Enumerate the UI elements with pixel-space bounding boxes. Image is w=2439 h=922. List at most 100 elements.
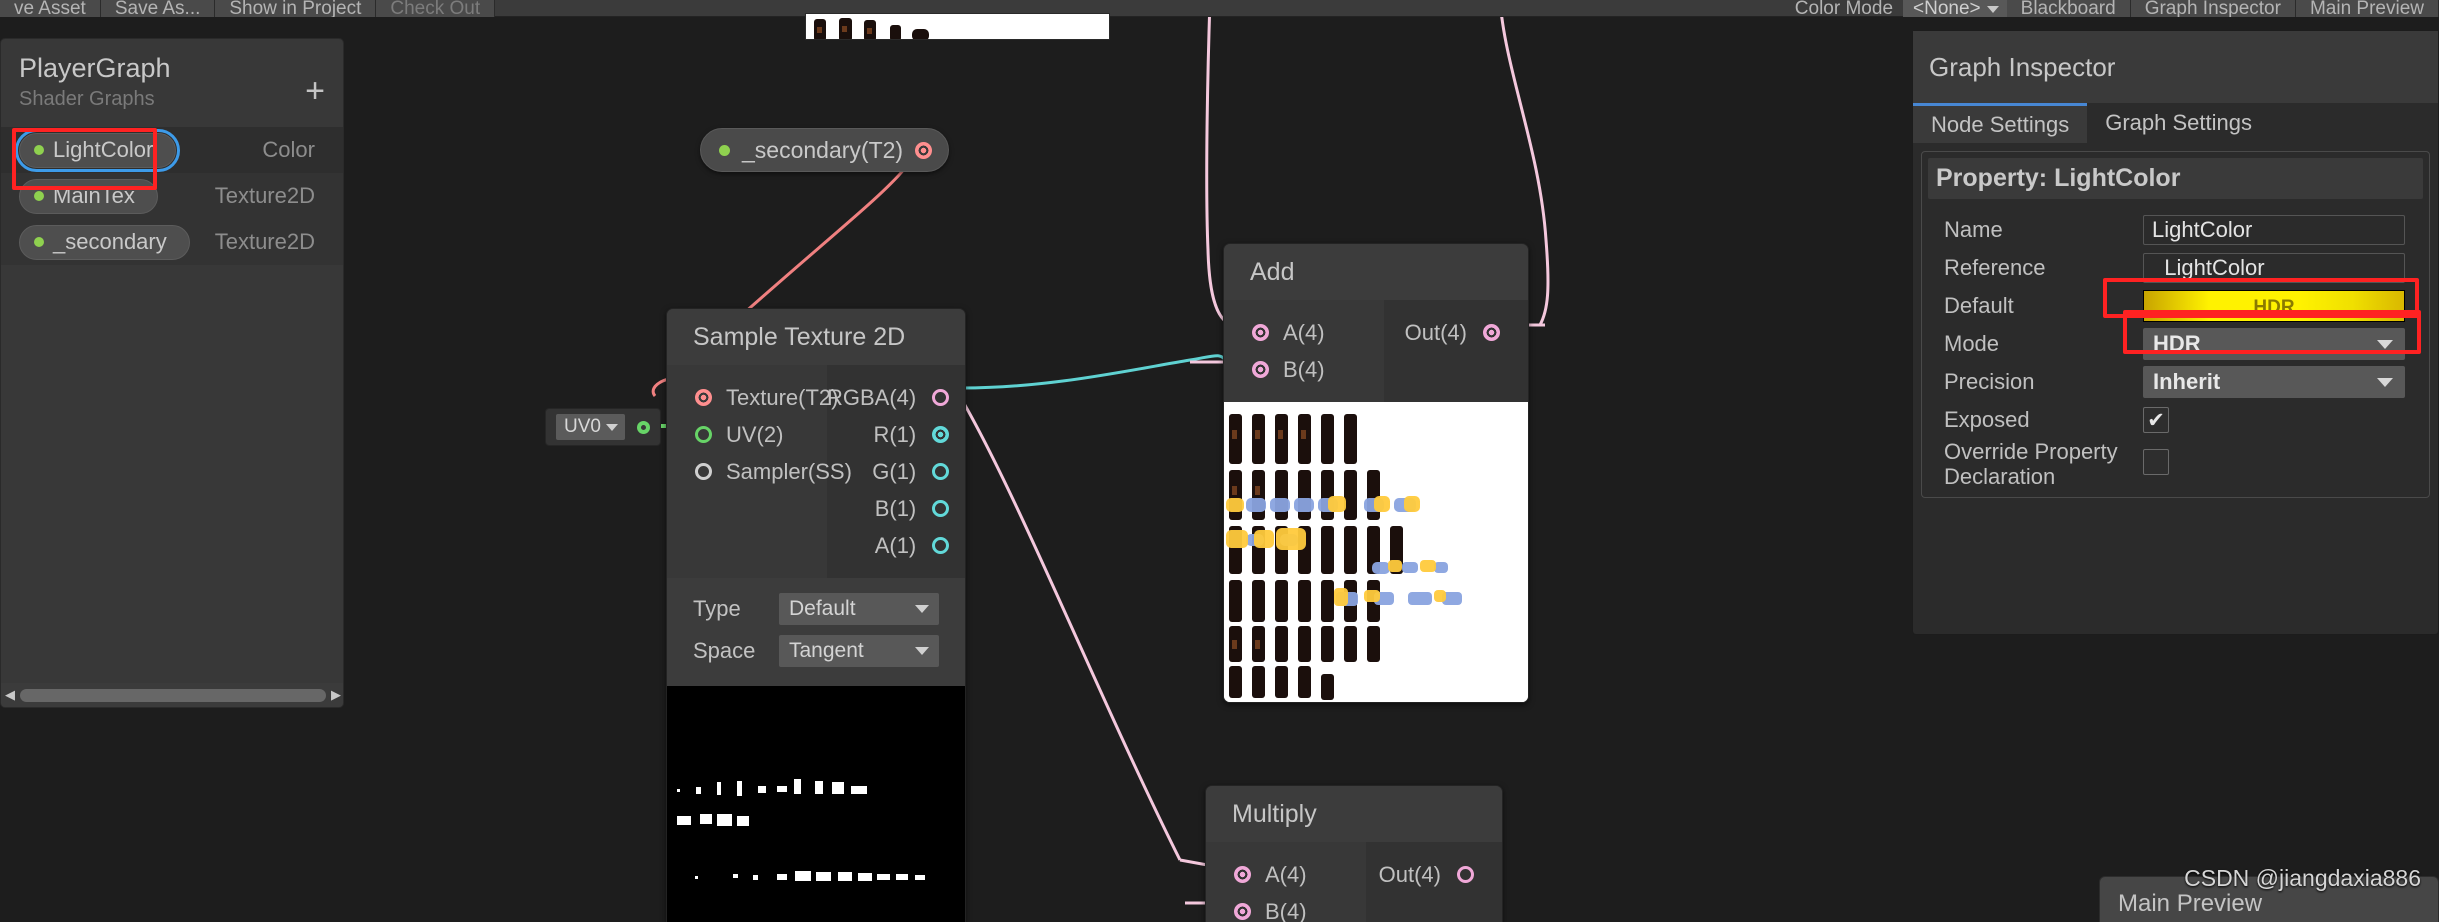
property-node-secondary[interactable]: _secondary(T2): [700, 128, 950, 172]
output-port-out[interactable]: Out(4): [1366, 856, 1502, 893]
input-port-label: B(4): [1265, 898, 1307, 922]
label-name: Name: [1944, 217, 2003, 243]
port-slot-icon[interactable]: [932, 426, 950, 443]
port-slot-icon[interactable]: [1252, 361, 1269, 378]
property-pill-secondary[interactable]: _secondary: [19, 224, 190, 260]
port-slot-icon[interactable]: [1234, 866, 1251, 883]
input-port-a[interactable]: A(4): [1224, 314, 1384, 351]
control-dropdown-type[interactable]: Default: [779, 593, 939, 625]
node-title-multiply: Multiply: [1206, 786, 1502, 842]
scroll-right-arrow-icon[interactable]: ▶: [329, 687, 343, 703]
node-title-sample-texture-2d: Sample Texture 2D: [667, 309, 965, 365]
blackboard-row-secondary[interactable]: _secondary Texture2D: [1, 219, 343, 265]
port-slot-icon[interactable]: [695, 389, 712, 406]
input-port-uv[interactable]: UV(2): [667, 416, 827, 453]
main-preview-label: Main Preview: [2118, 890, 2263, 917]
port-slot-icon[interactable]: [1483, 324, 1500, 341]
node-outputs: Out(4): [1384, 300, 1528, 402]
add-property-button[interactable]: +: [305, 74, 325, 108]
control-row-type: Type Default: [667, 588, 965, 630]
uv-channel-dropdown[interactable]: UV0: [556, 414, 625, 440]
port-slot-icon[interactable]: [1234, 903, 1251, 920]
uv-node[interactable]: UV0: [545, 408, 661, 446]
port-slot-icon[interactable]: [932, 537, 950, 554]
blackboard-header: PlayerGraph Shader Graphs +: [1, 39, 343, 115]
field-row-precision: Precision Inherit: [1928, 363, 2423, 401]
port-slot-icon[interactable]: [932, 389, 950, 406]
node-outputs: Out(4): [1366, 842, 1502, 922]
output-port-r[interactable]: R(1): [827, 416, 965, 453]
input-port-label: B(4): [1283, 356, 1325, 382]
dropdown-mode[interactable]: HDR: [2143, 328, 2405, 360]
output-port-secondary[interactable]: [915, 141, 933, 159]
property-dot-icon: [34, 237, 44, 247]
output-port-a[interactable]: A(1): [827, 527, 965, 564]
input-port-a[interactable]: A(4): [1206, 856, 1366, 893]
property-dot-icon: [34, 145, 44, 155]
label-mode: Mode: [1944, 331, 2000, 357]
preview-image: [667, 686, 965, 922]
toolbar-graph-inspector-toggle[interactable]: Graph Inspector: [2130, 0, 2296, 17]
dropdown-precision[interactable]: Inherit: [2143, 366, 2405, 398]
property-pill-label: LightColor: [53, 137, 154, 162]
input-reference[interactable]: _LightColor: [2143, 253, 2405, 283]
tab-graph-settings[interactable]: Graph Settings: [2087, 103, 2270, 143]
input-name[interactable]: LightColor: [2143, 215, 2405, 245]
output-port-label: A(1): [874, 532, 917, 558]
checkbox-override-property-declaration[interactable]: [2143, 449, 2169, 475]
field-row-reference: Reference _LightColor: [1928, 249, 2423, 287]
output-port-g[interactable]: G(1): [827, 453, 965, 490]
property-type-maintex: Texture2D: [214, 183, 315, 208]
scrollbar-thumb[interactable]: [20, 688, 326, 702]
port-slot-icon[interactable]: [695, 426, 712, 443]
toolbar-save-as-button[interactable]: Save As...: [100, 0, 216, 17]
field-row-exposed: Exposed ✔: [1928, 401, 2423, 439]
node-controls-sample-texture-2d: Type Default Space Tangent: [667, 578, 965, 686]
port-slot-icon[interactable]: [695, 463, 712, 480]
field-row-override: Override Property Declaration: [1928, 439, 2423, 491]
property-dot-icon: [34, 191, 44, 201]
label-default: Default: [1944, 293, 2014, 319]
checkbox-exposed[interactable]: ✔: [2143, 407, 2169, 433]
toolbar-save-asset-button[interactable]: ve Asset: [0, 0, 101, 17]
output-port-label: Out(4): [1378, 861, 1441, 887]
color-picker-default[interactable]: HDR: [2143, 290, 2405, 322]
input-port-texture[interactable]: Texture(T2): [667, 379, 838, 416]
blackboard-row-maintex[interactable]: MainTex Texture2D: [1, 173, 343, 219]
property-pill-label: _secondary: [53, 229, 167, 254]
node-add[interactable]: Add A(4) B(4) Out(4): [1223, 243, 1529, 703]
tab-node-settings[interactable]: Node Settings: [1913, 103, 2088, 143]
input-port-label: A(4): [1265, 861, 1307, 887]
input-port-b[interactable]: B(4): [1224, 351, 1384, 388]
blackboard-row-lightcolor[interactable]: LightColor Color: [1, 127, 343, 173]
uv-output-port[interactable]: [636, 420, 650, 434]
toolbar-show-in-project-button[interactable]: Show in Project: [215, 0, 377, 17]
node-inputs: A(4) B(4): [1206, 842, 1366, 922]
port-slot-icon[interactable]: [932, 500, 950, 517]
inspector-tabs: Node Settings Graph Settings: [1913, 103, 2438, 143]
property-pill-maintex[interactable]: MainTex: [19, 178, 158, 214]
node-sample-texture-2d[interactable]: Sample Texture 2D Texture(T2) UV(2) Samp…: [666, 308, 966, 922]
port-slot-icon[interactable]: [932, 463, 950, 480]
output-port-out[interactable]: Out(4): [1384, 314, 1528, 351]
output-port-rgba[interactable]: RGBA(4): [827, 379, 965, 416]
floating-preview-strip: [805, 13, 1110, 40]
field-row-name: Name LightColor: [1928, 211, 2423, 249]
field-row-mode: Mode HDR: [1928, 325, 2423, 363]
control-dropdown-space[interactable]: Tangent: [779, 635, 939, 667]
blackboard-horizontal-scrollbar[interactable]: ◀ ▶: [1, 683, 343, 707]
color-mode-dropdown[interactable]: <None>: [1903, 0, 2007, 19]
scroll-left-arrow-icon[interactable]: ◀: [3, 687, 17, 703]
property-settings-card: Property: LightColor Name LightColor Ref…: [1921, 151, 2430, 498]
port-slot-icon[interactable]: [1457, 866, 1474, 883]
property-pill-lightcolor[interactable]: LightColor: [14, 128, 181, 172]
control-label-space: Space: [693, 638, 756, 663]
input-port-sampler[interactable]: Sampler(SS): [667, 453, 852, 490]
output-port-b[interactable]: B(1): [827, 490, 965, 527]
toolbar-blackboard-toggle[interactable]: Blackboard: [2006, 0, 2131, 17]
port-slot-icon[interactable]: [1252, 324, 1269, 341]
input-port-b[interactable]: B(4): [1206, 893, 1366, 922]
toolbar-main-preview-toggle[interactable]: Main Preview: [2295, 0, 2439, 17]
label-override-property-declaration: Override Property Declaration: [1944, 439, 2118, 490]
node-multiply[interactable]: Multiply A(4) B(4) Out(4): [1205, 785, 1503, 922]
